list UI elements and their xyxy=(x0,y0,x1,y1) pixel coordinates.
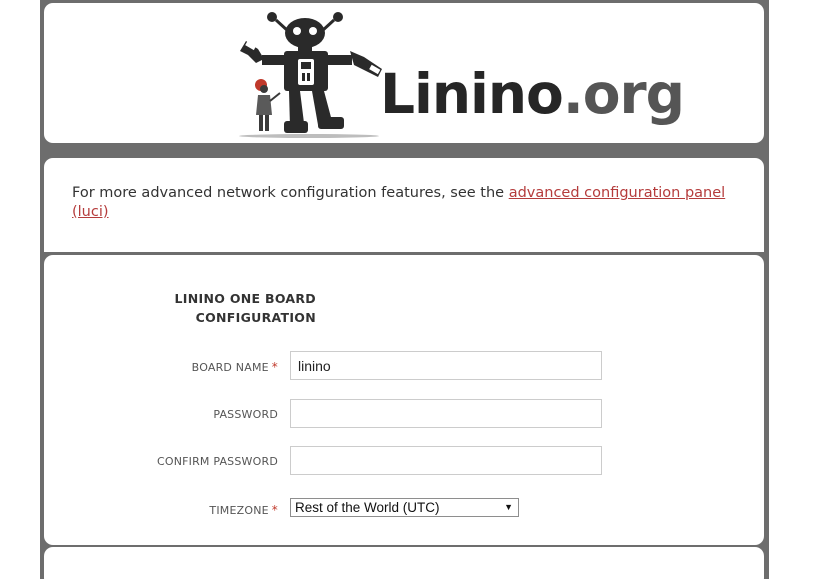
timezone-label: TIMEZONE * xyxy=(78,503,278,517)
timezone-label-text: TIMEZONE xyxy=(209,504,269,517)
info-panel: For more advanced network configuration … xyxy=(44,158,764,252)
brand-suffix: .org xyxy=(562,62,685,126)
board-name-input[interactable] xyxy=(290,351,602,380)
dropdown-arrow-icon: ▼ xyxy=(504,502,513,512)
timezone-selected-value: Rest of the World (UTC) xyxy=(295,500,440,515)
board-name-label-text: BOARD NAME xyxy=(191,361,269,374)
brand-wordmark: Linino.org xyxy=(380,61,685,127)
robot-logo-icon xyxy=(239,12,382,138)
header-logo-panel: Linino.org xyxy=(44,3,764,143)
form-title-line2: CONFIGURATION xyxy=(195,310,316,325)
password-input[interactable] xyxy=(290,399,602,428)
brand-main: Linino xyxy=(380,62,564,126)
bottom-panel xyxy=(44,547,764,587)
info-message: For more advanced network configuration … xyxy=(72,184,732,222)
required-marker: * xyxy=(271,503,278,517)
password-label: PASSWORD xyxy=(213,408,278,421)
timezone-select[interactable]: Rest of the World (UTC) ▼ xyxy=(290,498,519,517)
form-title-line1: LININO ONE BOARD xyxy=(174,291,316,306)
board-name-label: BOARD NAME * xyxy=(78,360,278,374)
info-text: For more advanced network configuration … xyxy=(72,185,509,201)
confirm-password-input[interactable] xyxy=(290,446,602,475)
required-marker: * xyxy=(271,360,278,374)
confirm-password-label: CONFIRM PASSWORD xyxy=(156,455,278,468)
config-form-panel: LININO ONE BOARD CONFIGURATION BOARD NAM… xyxy=(44,255,764,545)
form-title: LININO ONE BOARD CONFIGURATION xyxy=(156,289,316,327)
